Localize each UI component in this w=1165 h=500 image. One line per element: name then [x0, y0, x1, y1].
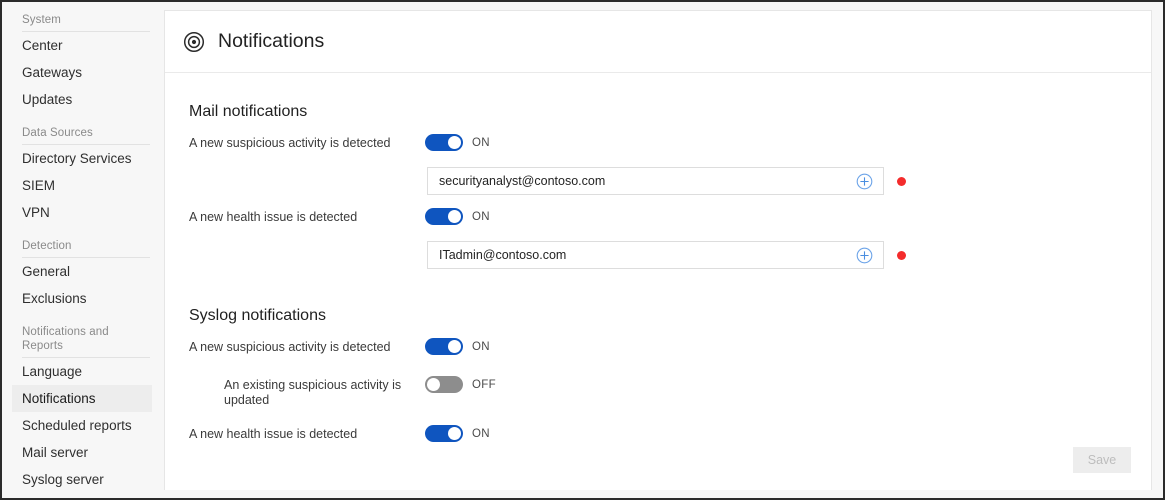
sidebar-item-general[interactable]: General: [12, 258, 152, 285]
syslog-toggle-wrap-suspicious-activity: ON: [425, 337, 490, 355]
syslog-toggle-state-health-issue: ON: [472, 427, 490, 440]
syslog-row-health-issue: A new health issue is detected ON: [165, 424, 1151, 446]
circle-plus-icon[interactable]: [856, 173, 873, 190]
toggle-knob: [427, 378, 440, 391]
mail-email-row-health-issue: [165, 241, 1151, 269]
sidebar-section-notifications-and-reports: Notifications and Reports Language Notif…: [2, 322, 162, 493]
mail-email-field-suspicious-activity[interactable]: [427, 167, 884, 195]
mail-email-input-suspicious-activity[interactable]: [439, 174, 849, 188]
syslog-toggle-suspicious-activity[interactable]: [425, 338, 463, 355]
sidebar-item-exclusions[interactable]: Exclusions: [12, 285, 152, 312]
mail-row-health-issue: A new health issue is detected ON: [165, 207, 1151, 229]
toggle-knob: [448, 210, 461, 223]
syslog-toggle-state-suspicious-activity: ON: [472, 340, 490, 353]
sidebar-item-language[interactable]: Language: [12, 358, 152, 385]
syslog-toggle-wrap-existing-activity-updated: OFF: [425, 375, 496, 393]
section-title-syslog-notifications: Syslog notifications: [189, 307, 326, 324]
page-header: Notifications: [165, 11, 1151, 73]
syslog-row-label-existing-activity-updated: An existing suspicious activity is updat…: [224, 378, 402, 407]
mail-row-suspicious-activity: A new suspicious activity is detected ON: [165, 133, 1151, 155]
mail-email-field-health-issue[interactable]: [427, 241, 884, 269]
save-button[interactable]: Save: [1073, 447, 1131, 473]
sidebar-section-title-notifications-and-reports: Notifications and Reports: [22, 322, 150, 358]
toggle-knob: [448, 427, 461, 440]
mail-toggle-wrap-health-issue: ON: [425, 207, 490, 225]
sidebar-section-title-data-sources: Data Sources: [22, 123, 150, 145]
sidebar-section-detection: Detection General Exclusions: [2, 236, 162, 312]
syslog-row-label-health-issue: A new health issue is detected: [189, 427, 358, 441]
sidebar-item-mail-server[interactable]: Mail server: [12, 439, 152, 466]
syslog-row-existing-activity-updated: An existing suspicious activity is updat…: [165, 375, 1151, 408]
page-title: Notifications: [218, 30, 325, 52]
circle-plus-icon[interactable]: [856, 247, 873, 264]
mail-email-row-suspicious-activity: [165, 167, 1151, 195]
sidebar-item-syslog-server[interactable]: Syslog server: [12, 466, 152, 493]
toggle-knob: [448, 136, 461, 149]
sidebar-section-title-detection: Detection: [22, 236, 150, 258]
settings-sidebar: System Center Gateways Updates Data Sour…: [2, 2, 162, 498]
target-icon: [183, 31, 205, 53]
sidebar-item-center[interactable]: Center: [12, 32, 152, 59]
mail-toggle-health-issue[interactable]: [425, 208, 463, 225]
settings-content-panel: Notifications Mail notifications A new s…: [164, 10, 1152, 490]
sidebar-section-title-system: System: [22, 10, 150, 32]
sidebar-item-siem[interactable]: SIEM: [12, 172, 152, 199]
mail-toggle-state-health-issue: ON: [472, 210, 490, 223]
settings-form: Mail notifications A new suspicious acti…: [165, 73, 1151, 490]
sidebar-section-system: System Center Gateways Updates: [2, 10, 162, 113]
syslog-row-label-suspicious-activity: A new suspicious activity is detected: [189, 340, 391, 354]
sidebar-item-directory-services[interactable]: Directory Services: [12, 145, 152, 172]
mail-email-input-health-issue[interactable]: [439, 248, 849, 262]
toggle-knob: [448, 340, 461, 353]
syslog-toggle-state-existing-activity-updated: OFF: [472, 378, 496, 391]
mail-row-label-suspicious-activity: A new suspicious activity is detected: [189, 136, 391, 150]
mail-row-label-health-issue: A new health issue is detected: [189, 210, 358, 224]
sidebar-item-updates[interactable]: Updates: [12, 86, 152, 113]
mail-toggle-suspicious-activity[interactable]: [425, 134, 463, 151]
syslog-toggle-wrap-health-issue: ON: [425, 424, 490, 442]
mail-status-dot-suspicious-activity: [897, 177, 906, 186]
sidebar-section-data-sources: Data Sources Directory Services SIEM VPN: [2, 123, 162, 226]
sidebar-item-vpn[interactable]: VPN: [12, 199, 152, 226]
section-title-mail-notifications: Mail notifications: [189, 103, 308, 120]
sidebar-item-gateways[interactable]: Gateways: [12, 59, 152, 86]
settings-window: System Center Gateways Updates Data Sour…: [0, 0, 1165, 500]
mail-status-dot-health-issue: [897, 251, 906, 260]
sidebar-item-scheduled-reports[interactable]: Scheduled reports: [12, 412, 152, 439]
syslog-row-suspicious-activity: A new suspicious activity is detected ON: [165, 337, 1151, 359]
sidebar-item-notifications[interactable]: Notifications: [12, 385, 152, 412]
mail-toggle-state-suspicious-activity: ON: [472, 136, 490, 149]
syslog-toggle-existing-activity-updated[interactable]: [425, 376, 463, 393]
mail-toggle-wrap-suspicious-activity: ON: [425, 133, 490, 151]
syslog-toggle-health-issue[interactable]: [425, 425, 463, 442]
